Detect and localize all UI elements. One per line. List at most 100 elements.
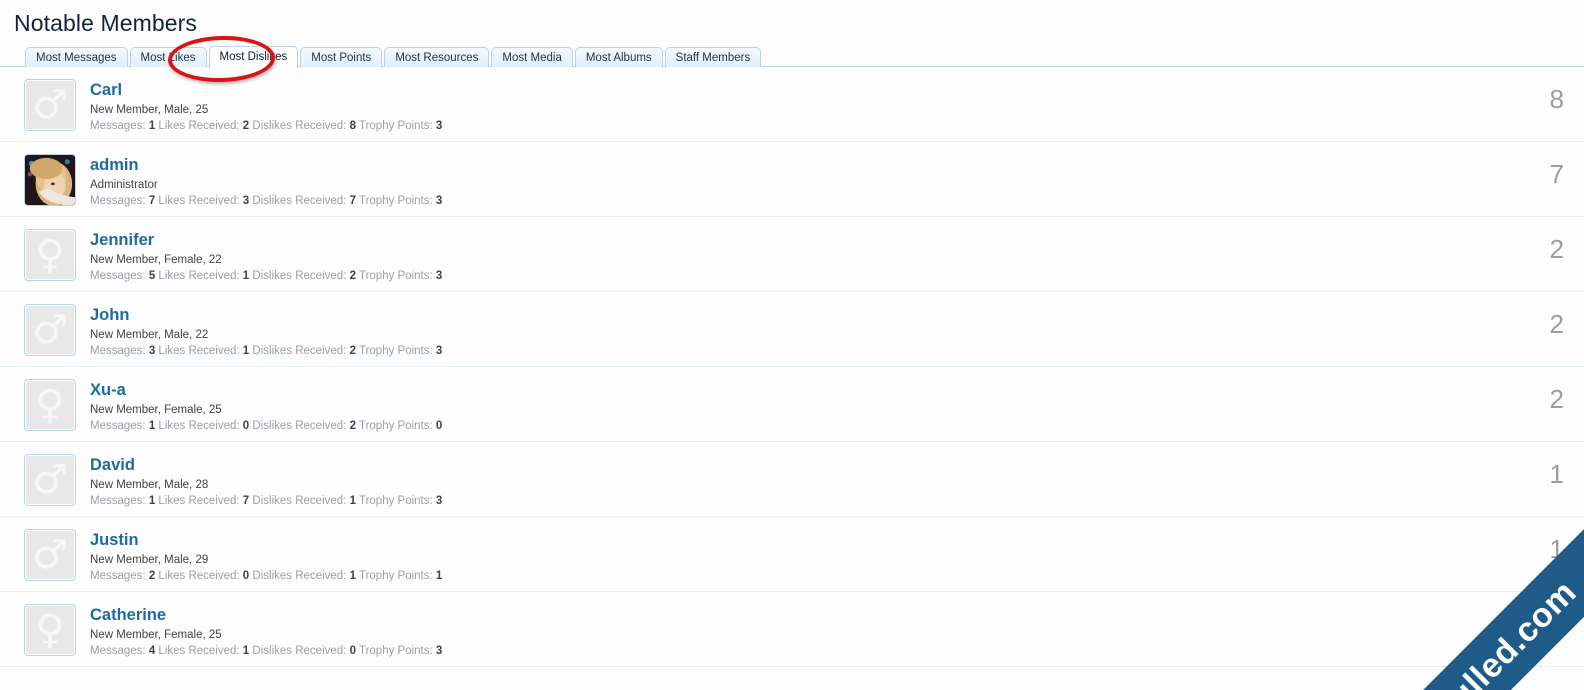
tab-most-points[interactable]: Most Points (300, 47, 383, 68)
member-name-link[interactable]: David (90, 455, 135, 475)
member-dislike-count: 2 (1549, 384, 1564, 414)
stat-messages: Messages: 4 (90, 645, 156, 657)
member-dislike-count: 1 (1549, 534, 1564, 564)
member-row: admin Administrator Messages: 7 Likes Rece… (0, 142, 1584, 217)
stat-trophy-points: Trophy Points: 3 (358, 270, 443, 282)
member-stats: Messages: 7 Likes Received: 3 Dislikes R… (90, 194, 1504, 209)
member-info: Xu-a New Member, Female, 25 Messages: 1 Li… (76, 379, 1504, 434)
tab-most-likes[interactable]: Most Likes (129, 47, 207, 68)
stat-dislikes-received: Dislikes Received: 1 (252, 495, 356, 507)
stat-messages: Messages: 5 (90, 270, 156, 282)
stat-likes-received: Likes Received: 1 (158, 645, 250, 657)
avatar[interactable]: ♀ (24, 229, 76, 281)
tab-most-media[interactable]: Most Media (491, 47, 573, 68)
member-info: admin Administrator Messages: 7 Likes Rece… (76, 154, 1504, 209)
tab-most-albums[interactable]: Most Albums (574, 47, 663, 68)
member-info: David New Member, Male, 28 Messages: 1 Lik… (76, 454, 1504, 509)
stat-messages: Messages: 2 (90, 570, 156, 582)
stat-messages: Messages: 3 (90, 345, 156, 357)
stat-trophy-points: Trophy Points: 3 (358, 120, 443, 132)
notable-members-page: Notable Members Most Messages Most Likes M… (0, 0, 1584, 690)
tab-most-messages[interactable]: Most Messages (25, 47, 128, 68)
stat-likes-received: Likes Received: 2 (158, 120, 250, 132)
member-info: Jennifer New Member, Female, 22 Messages: … (76, 229, 1504, 284)
tab-most-dislikes[interactable]: Most Dislikes (208, 46, 299, 68)
member-user-title: New Member, Female, 25 (90, 629, 222, 641)
member-dislike-count: 0 (1549, 609, 1564, 639)
stat-messages: Messages: 7 (90, 195, 156, 207)
member-user-title: New Member, Male, 22 (90, 329, 209, 341)
member-name-link[interactable]: Catherine (90, 605, 166, 625)
member-user-title: New Member, Female, 25 (90, 404, 222, 416)
stat-likes-received: Likes Received: 7 (158, 495, 250, 507)
tab-strip: Most Messages Most Likes Most Dislikes Most… (0, 45, 1584, 68)
stat-dislikes-received: Dislikes Received: 1 (252, 570, 356, 582)
member-stats: Messages: 1 Likes Received: 0 Dislikes R… (90, 419, 1504, 434)
member-row: ♀ Catherine New Member, Female, 25 Messages… (0, 592, 1584, 667)
stat-dislikes-received: Dislikes Received: 0 (252, 645, 356, 657)
member-row: ♂ Carl New Member, Male, 25 Messages: 1 Lik… (0, 67, 1584, 142)
stat-likes-received: Likes Received: 3 (158, 195, 250, 207)
member-user-title: New Member, Male, 29 (90, 554, 209, 566)
stat-likes-received: Likes Received: 0 (158, 420, 250, 432)
avatar[interactable]: ♂ (24, 79, 76, 131)
male-symbol-icon: ♂ (32, 82, 68, 128)
stat-dislikes-received: Dislikes Received: 8 (252, 120, 356, 132)
tab-list: Most Messages Most Likes Most Dislikes Most… (25, 45, 1584, 68)
member-info: Carl New Member, Male, 25 Messages: 1 Like… (76, 79, 1504, 134)
member-row: ♂ John New Member, Male, 22 Messages: 3 Lik… (0, 292, 1584, 367)
avatar[interactable] (24, 154, 76, 206)
member-stats: Messages: 1 Likes Received: 2 Dislikes R… (90, 119, 1504, 134)
stat-trophy-points: Trophy Points: 3 (358, 195, 443, 207)
member-stats: Messages: 3 Likes Received: 1 Dislikes R… (90, 344, 1504, 359)
stat-dislikes-received: Dislikes Received: 2 (252, 345, 356, 357)
male-symbol-icon: ♂ (32, 457, 68, 503)
stat-likes-received: Likes Received: 0 (158, 570, 250, 582)
member-info: Justin New Member, Male, 29 Messages: 2 Li… (76, 529, 1504, 584)
member-user-title: Administrator (90, 179, 158, 191)
member-user-title: New Member, Female, 22 (90, 254, 222, 266)
avatar[interactable]: ♀ (24, 379, 76, 431)
member-user-title: New Member, Male, 25 (90, 104, 209, 116)
member-name-link[interactable]: Jennifer (90, 230, 154, 250)
member-info: Catherine New Member, Female, 25 Messages:… (76, 604, 1504, 659)
member-row: ♂ Justin New Member, Male, 29 Messages: 2 L… (0, 517, 1584, 592)
member-name-link[interactable]: Justin (90, 530, 139, 550)
member-user-title: New Member, Male, 28 (90, 479, 209, 491)
stat-trophy-points: Trophy Points: 3 (358, 345, 443, 357)
member-stats: Messages: 1 Likes Received: 7 Dislikes R… (90, 494, 1504, 509)
page-title: Notable Members (14, 10, 198, 36)
member-row: ♂ David New Member, Male, 28 Messages: 1 Li… (0, 442, 1584, 517)
female-symbol-icon: ♀ (35, 382, 65, 428)
stat-dislikes-received: Dislikes Received: 2 (252, 270, 356, 282)
member-name-link[interactable]: Carl (90, 80, 122, 100)
stat-likes-received: Likes Received: 1 (158, 270, 250, 282)
avatar[interactable]: ♂ (24, 454, 76, 506)
member-stats: Messages: 5 Likes Received: 1 Dislikes R… (90, 269, 1504, 284)
member-stats: Messages: 4 Likes Received: 1 Dislikes R… (90, 644, 1504, 659)
member-dislike-count: 1 (1549, 459, 1564, 489)
member-name-link[interactable]: Xu-a (90, 380, 126, 400)
member-list: ♂ Carl New Member, Male, 25 Messages: 1 Lik… (0, 67, 1584, 667)
tab-staff-members[interactable]: Staff Members (664, 47, 762, 68)
stat-trophy-points: Trophy Points: 1 (358, 570, 443, 582)
member-name-link[interactable]: admin (90, 155, 139, 175)
stat-dislikes-received: Dislikes Received: 7 (252, 195, 356, 207)
tab-most-resources[interactable]: Most Resources (384, 47, 490, 68)
female-symbol-icon: ♀ (35, 607, 65, 653)
stat-messages: Messages: 1 (90, 120, 156, 132)
member-dislike-count: 8 (1549, 84, 1564, 114)
female-symbol-icon: ♀ (35, 232, 65, 278)
member-name-link[interactable]: John (90, 305, 129, 325)
avatar-photo (25, 155, 75, 205)
stat-likes-received: Likes Received: 1 (158, 345, 250, 357)
male-symbol-icon: ♂ (32, 307, 68, 353)
member-info: John New Member, Male, 22 Messages: 3 Like… (76, 304, 1504, 359)
avatar[interactable]: ♀ (24, 604, 76, 656)
member-dislike-count: 7 (1549, 159, 1564, 189)
avatar[interactable]: ♂ (24, 529, 76, 581)
stat-trophy-points: Trophy Points: 0 (358, 420, 443, 432)
avatar[interactable]: ♂ (24, 304, 76, 356)
member-dislike-count: 2 (1549, 309, 1564, 339)
member-dislike-count: 2 (1549, 234, 1564, 264)
